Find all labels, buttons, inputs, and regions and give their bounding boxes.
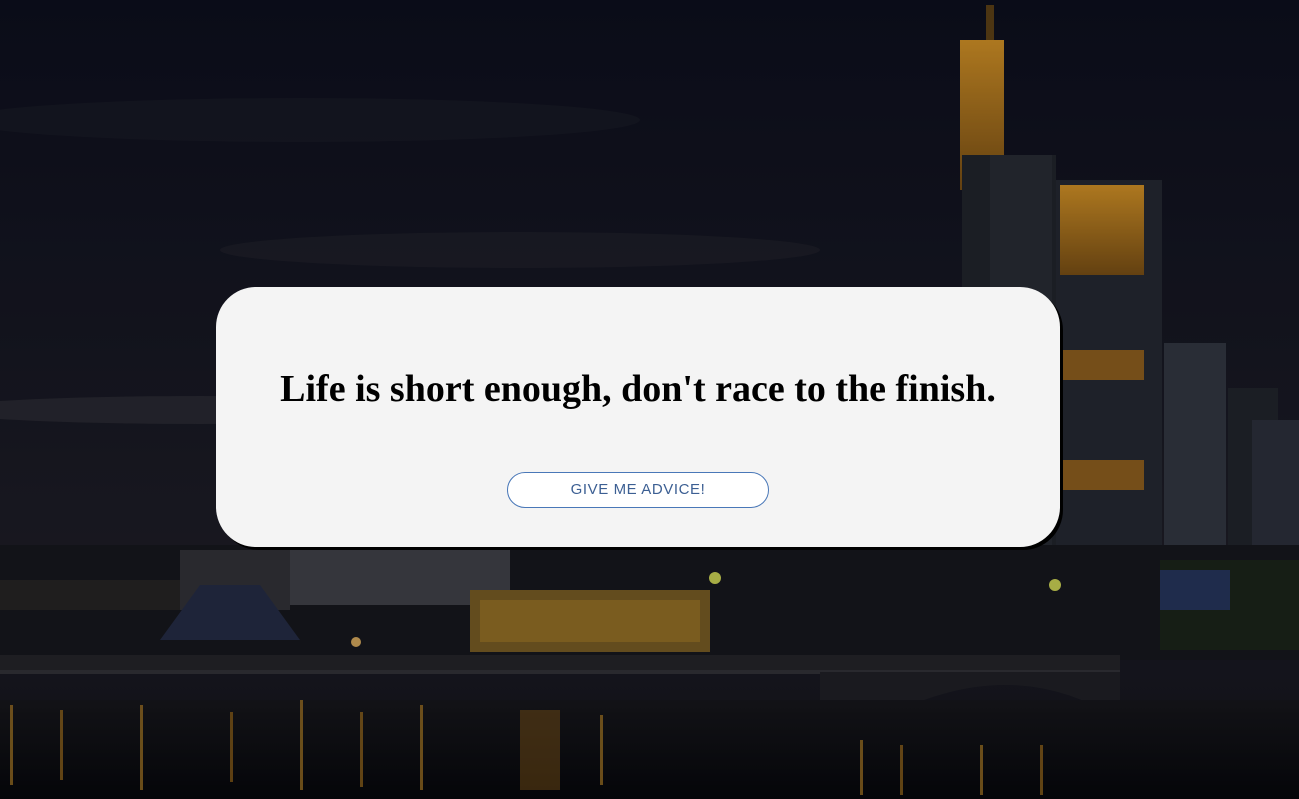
advice-quote: Life is short enough, don't race to the … [280,368,996,410]
give-me-advice-button[interactable]: GIVE ME ADVICE! [507,472,769,508]
advice-card: Life is short enough, don't race to the … [216,287,1060,547]
